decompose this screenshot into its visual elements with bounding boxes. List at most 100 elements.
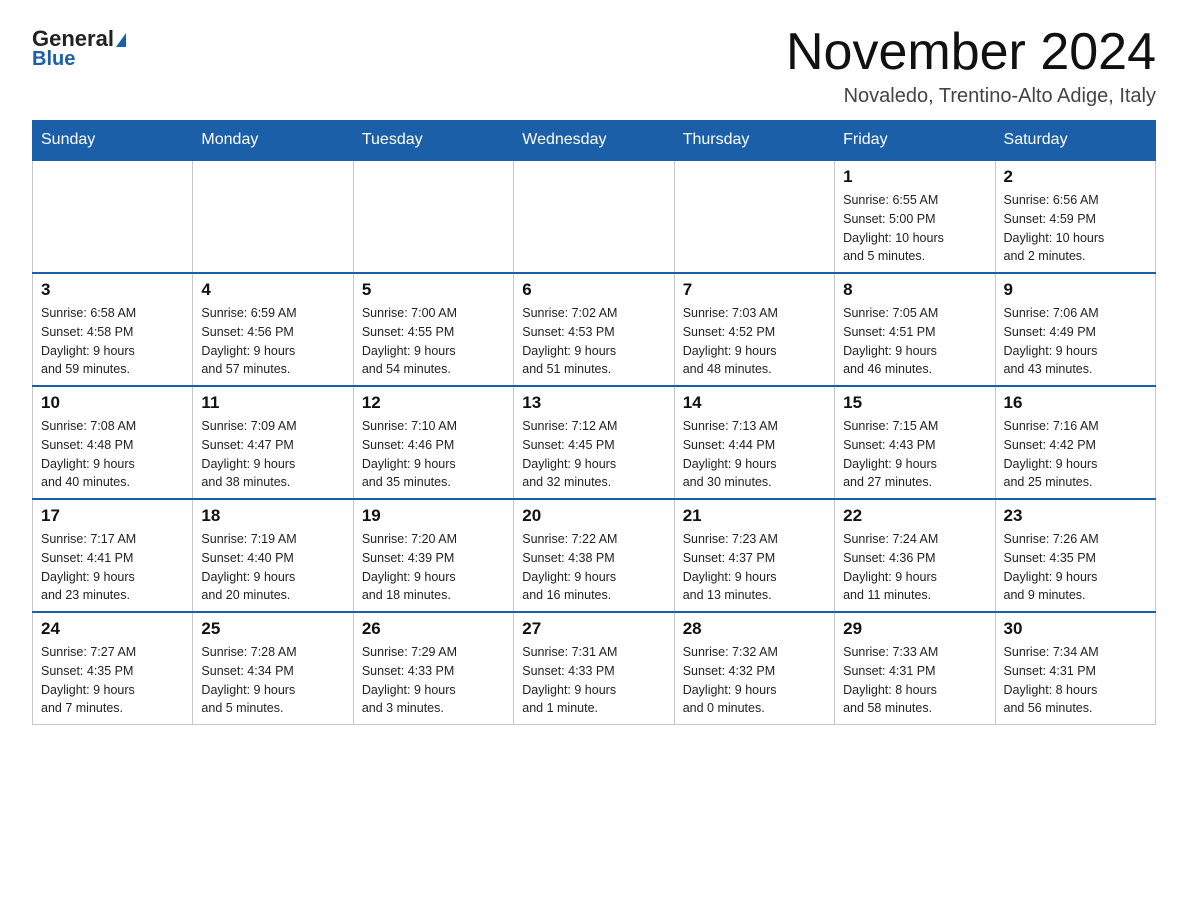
- day-number: 11: [201, 393, 344, 413]
- weekday-wednesday: Wednesday: [514, 121, 674, 161]
- calendar-cell: 5 Sunrise: 7:00 AM Sunset: 4:55 PM Daylig…: [353, 273, 513, 386]
- day-number: 30: [1004, 619, 1147, 639]
- day-info: Sunrise: 7:05 AM Sunset: 4:51 PM Dayligh…: [843, 304, 986, 379]
- calendar-cell: 9 Sunrise: 7:06 AM Sunset: 4:49 PM Daylig…: [995, 273, 1155, 386]
- day-info: Sunrise: 7:32 AM Sunset: 4:32 PM Dayligh…: [683, 643, 826, 718]
- day-info: Sunrise: 7:09 AM Sunset: 4:47 PM Dayligh…: [201, 417, 344, 492]
- day-number: 19: [362, 506, 505, 526]
- calendar-cell: 26 Sunrise: 7:29 AM Sunset: 4:33 PM Dayli…: [353, 612, 513, 725]
- day-info: Sunrise: 6:56 AM Sunset: 4:59 PM Dayligh…: [1004, 191, 1147, 266]
- day-info: Sunrise: 7:15 AM Sunset: 4:43 PM Dayligh…: [843, 417, 986, 492]
- day-number: 14: [683, 393, 826, 413]
- page-header: General Blue November 2024 Novaledo, Tre…: [32, 24, 1156, 108]
- week-row-3: 10Sunrise: 7:08 AM Sunset: 4:48 PM Dayli…: [33, 386, 1156, 499]
- calendar-cell: 22 Sunrise: 7:24 AM Sunset: 4:36 PM Dayli…: [835, 499, 995, 612]
- week-row-4: 17Sunrise: 7:17 AM Sunset: 4:41 PM Dayli…: [33, 499, 1156, 612]
- title-block: November 2024 Novaledo, Trentino-Alto Ad…: [786, 24, 1156, 108]
- weekday-sunday: Sunday: [33, 121, 193, 161]
- calendar-cell: [353, 160, 513, 273]
- day-info: Sunrise: 7:23 AM Sunset: 4:37 PM Dayligh…: [683, 530, 826, 605]
- day-info: Sunrise: 7:28 AM Sunset: 4:34 PM Dayligh…: [201, 643, 344, 718]
- calendar-cell: [33, 160, 193, 273]
- day-info: Sunrise: 7:00 AM Sunset: 4:55 PM Dayligh…: [362, 304, 505, 379]
- day-number: 25: [201, 619, 344, 639]
- calendar-cell: [193, 160, 353, 273]
- calendar-cell: 3 Sunrise: 6:58 AM Sunset: 4:58 PM Daylig…: [33, 273, 193, 386]
- day-info: Sunrise: 7:08 AM Sunset: 4:48 PM Dayligh…: [41, 417, 184, 492]
- day-number: 22: [843, 506, 986, 526]
- calendar-cell: 28 Sunrise: 7:32 AM Sunset: 4:32 PM Dayli…: [674, 612, 834, 725]
- day-number: 12: [362, 393, 505, 413]
- calendar-cell: 16 Sunrise: 7:16 AM Sunset: 4:42 PM Dayli…: [995, 386, 1155, 499]
- calendar-cell: 30 Sunrise: 7:34 AM Sunset: 4:31 PM Dayli…: [995, 612, 1155, 725]
- day-info: Sunrise: 7:31 AM Sunset: 4:33 PM Dayligh…: [522, 643, 665, 718]
- day-info: Sunrise: 7:33 AM Sunset: 4:31 PM Dayligh…: [843, 643, 986, 718]
- day-number: 9: [1004, 280, 1147, 300]
- day-number: 18: [201, 506, 344, 526]
- day-info: Sunrise: 7:16 AM Sunset: 4:42 PM Dayligh…: [1004, 417, 1147, 492]
- day-info: Sunrise: 7:06 AM Sunset: 4:49 PM Dayligh…: [1004, 304, 1147, 379]
- logo-general: General: [32, 28, 126, 50]
- day-number: 23: [1004, 506, 1147, 526]
- weekday-saturday: Saturday: [995, 121, 1155, 161]
- day-info: Sunrise: 7:19 AM Sunset: 4:40 PM Dayligh…: [201, 530, 344, 605]
- calendar-cell: 27Sunrise: 7:31 AM Sunset: 4:33 PM Dayli…: [514, 612, 674, 725]
- weekday-thursday: Thursday: [674, 121, 834, 161]
- day-number: 15: [843, 393, 986, 413]
- day-info: Sunrise: 7:26 AM Sunset: 4:35 PM Dayligh…: [1004, 530, 1147, 605]
- calendar-cell: 4 Sunrise: 6:59 AM Sunset: 4:56 PM Daylig…: [193, 273, 353, 386]
- day-number: 5: [362, 280, 505, 300]
- calendar-cell: 6Sunrise: 7:02 AM Sunset: 4:53 PM Daylig…: [514, 273, 674, 386]
- location-title: Novaledo, Trentino-Alto Adige, Italy: [786, 85, 1156, 108]
- day-info: Sunrise: 6:55 AM Sunset: 5:00 PM Dayligh…: [843, 191, 986, 266]
- day-number: 13: [522, 393, 665, 413]
- day-number: 3: [41, 280, 184, 300]
- day-info: Sunrise: 7:20 AM Sunset: 4:39 PM Dayligh…: [362, 530, 505, 605]
- day-number: 1: [843, 167, 986, 187]
- calendar-cell: [674, 160, 834, 273]
- calendar-cell: 7Sunrise: 7:03 AM Sunset: 4:52 PM Daylig…: [674, 273, 834, 386]
- calendar-cell: 10Sunrise: 7:08 AM Sunset: 4:48 PM Dayli…: [33, 386, 193, 499]
- day-info: Sunrise: 7:29 AM Sunset: 4:33 PM Dayligh…: [362, 643, 505, 718]
- calendar-cell: [514, 160, 674, 273]
- day-info: Sunrise: 7:24 AM Sunset: 4:36 PM Dayligh…: [843, 530, 986, 605]
- day-info: Sunrise: 7:17 AM Sunset: 4:41 PM Dayligh…: [41, 530, 184, 605]
- week-row-2: 3 Sunrise: 6:58 AM Sunset: 4:58 PM Daylig…: [33, 273, 1156, 386]
- week-row-5: 24Sunrise: 7:27 AM Sunset: 4:35 PM Dayli…: [33, 612, 1156, 725]
- calendar-cell: 29 Sunrise: 7:33 AM Sunset: 4:31 PM Dayli…: [835, 612, 995, 725]
- day-info: Sunrise: 7:10 AM Sunset: 4:46 PM Dayligh…: [362, 417, 505, 492]
- calendar-cell: 17Sunrise: 7:17 AM Sunset: 4:41 PM Dayli…: [33, 499, 193, 612]
- calendar-cell: 19 Sunrise: 7:20 AM Sunset: 4:39 PM Dayli…: [353, 499, 513, 612]
- calendar-cell: 21Sunrise: 7:23 AM Sunset: 4:37 PM Dayli…: [674, 499, 834, 612]
- calendar-cell: 24Sunrise: 7:27 AM Sunset: 4:35 PM Dayli…: [33, 612, 193, 725]
- weekday-tuesday: Tuesday: [353, 121, 513, 161]
- weekday-monday: Monday: [193, 121, 353, 161]
- day-number: 24: [41, 619, 184, 639]
- calendar-cell: 14 Sunrise: 7:13 AM Sunset: 4:44 PM Dayli…: [674, 386, 834, 499]
- day-info: Sunrise: 7:22 AM Sunset: 4:38 PM Dayligh…: [522, 530, 665, 605]
- day-info: Sunrise: 7:34 AM Sunset: 4:31 PM Dayligh…: [1004, 643, 1147, 718]
- weekday-friday: Friday: [835, 121, 995, 161]
- day-info: Sunrise: 6:59 AM Sunset: 4:56 PM Dayligh…: [201, 304, 344, 379]
- month-title: November 2024: [786, 24, 1156, 81]
- day-info: Sunrise: 7:13 AM Sunset: 4:44 PM Dayligh…: [683, 417, 826, 492]
- day-number: 26: [362, 619, 505, 639]
- calendar-cell: 25 Sunrise: 7:28 AM Sunset: 4:34 PM Dayli…: [193, 612, 353, 725]
- day-number: 28: [683, 619, 826, 639]
- calendar-cell: 8 Sunrise: 7:05 AM Sunset: 4:51 PM Daylig…: [835, 273, 995, 386]
- logo-triangle-icon: [116, 33, 126, 47]
- calendar-cell: 15 Sunrise: 7:15 AM Sunset: 4:43 PM Dayli…: [835, 386, 995, 499]
- day-number: 20: [522, 506, 665, 526]
- day-number: 29: [843, 619, 986, 639]
- day-info: Sunrise: 7:12 AM Sunset: 4:45 PM Dayligh…: [522, 417, 665, 492]
- calendar-table: SundayMondayTuesdayWednesdayThursdayFrid…: [32, 120, 1156, 725]
- day-info: Sunrise: 6:58 AM Sunset: 4:58 PM Dayligh…: [41, 304, 184, 379]
- day-number: 6: [522, 280, 665, 300]
- calendar-cell: 18 Sunrise: 7:19 AM Sunset: 4:40 PM Dayli…: [193, 499, 353, 612]
- week-row-1: 1 Sunrise: 6:55 AM Sunset: 5:00 PM Daylig…: [33, 160, 1156, 273]
- day-number: 16: [1004, 393, 1147, 413]
- day-info: Sunrise: 7:03 AM Sunset: 4:52 PM Dayligh…: [683, 304, 826, 379]
- calendar-cell: 11 Sunrise: 7:09 AM Sunset: 4:47 PM Dayli…: [193, 386, 353, 499]
- day-number: 8: [843, 280, 986, 300]
- day-number: 4: [201, 280, 344, 300]
